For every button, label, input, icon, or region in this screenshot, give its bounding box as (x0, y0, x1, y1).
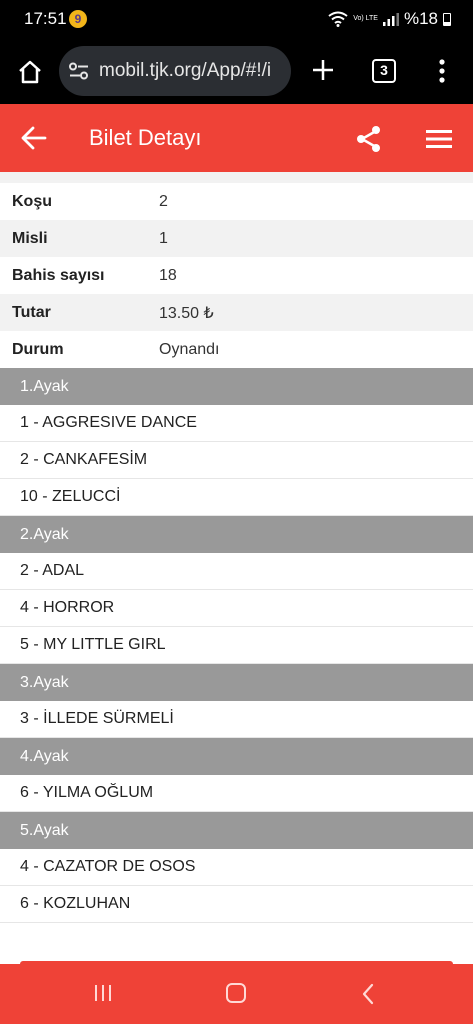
detail-row-tutar: Tutar 13.50 ₺ (0, 294, 473, 331)
plus-icon[interactable] (309, 56, 337, 84)
recents-icon[interactable] (93, 984, 113, 1002)
detail-row-bahis-sayisi: Bahis sayısı 18 (0, 257, 473, 294)
status-time: 17:51 (24, 9, 67, 28)
detail-value: 18 (159, 266, 177, 284)
signal-icon (382, 13, 399, 26)
lte-label: Vo) LTE (353, 15, 378, 22)
detail-row-durum: Durum Oynandı (0, 331, 473, 368)
ticket-detail-content[interactable]: Koşu 2 Misli 1 Bahis sayısı 18 Tutar 13.… (0, 172, 473, 964)
notification-app-icon: 9 (69, 10, 87, 28)
leg-header: 1.Ayak (0, 368, 473, 405)
horse-row: 1 - AGGRESIVE DANCE (0, 405, 473, 442)
detail-value: Oynandı (159, 340, 220, 358)
detail-value: 1 (159, 229, 168, 247)
app-header: Bilet Detayı (0, 104, 473, 172)
page-title: Bilet Detayı (89, 125, 202, 150)
detail-label: Bahis sayısı (12, 266, 105, 284)
horse-row: 4 - HORROR (0, 590, 473, 627)
home-icon[interactable] (16, 58, 44, 86)
detail-row-kosu: Koşu 2 (0, 183, 473, 220)
detail-value: 13.50 ₺ (159, 304, 214, 322)
horse-row: 6 - KOZLUHAN (0, 886, 473, 923)
wifi-icon (328, 11, 348, 27)
more-vert-icon[interactable] (430, 56, 454, 86)
tabs-icon[interactable]: 3 (372, 59, 396, 83)
detail-value: 2 (159, 192, 168, 210)
arrow-back-icon[interactable] (20, 125, 48, 151)
home-nav-icon[interactable] (226, 983, 246, 1003)
address-bar[interactable]: mobil.tjk.org/App/#!/i (59, 46, 291, 96)
horse-row: 6 - YILMA OĞLUM (0, 775, 473, 812)
horse-row: 4 - CAZATOR DE OSOS (0, 849, 473, 886)
url-text[interactable]: mobil.tjk.org/App/#!/i (99, 60, 271, 82)
battery-percent: %18 (403, 9, 438, 28)
detail-label: Koşu (12, 192, 52, 210)
tune-icon[interactable] (68, 62, 90, 80)
horse-row: 3 - İLLEDE SÜRMELİ (0, 701, 473, 738)
detail-label: Durum (12, 340, 64, 358)
back-nav-icon[interactable] (360, 983, 376, 1005)
status-bar: 17:51 9 Vo) LTE %18 (0, 0, 473, 38)
detail-label: Tutar (12, 303, 51, 321)
system-nav-bar (0, 964, 473, 1024)
browser-toolbar: mobil.tjk.org/App/#!/i 3 (0, 38, 473, 104)
horse-row: 10 - ZELUCCİ (0, 479, 473, 516)
battery-icon (443, 12, 451, 26)
detail-row-misli: Misli 1 (0, 220, 473, 257)
leg-header: 5.Ayak (0, 812, 473, 849)
leg-header: 2.Ayak (0, 516, 473, 553)
menu-icon[interactable] (424, 128, 454, 150)
horse-row: 2 - ADAL (0, 553, 473, 590)
status-indicators: Vo) LTE %18 (328, 9, 451, 29)
share-icon[interactable] (354, 124, 384, 154)
leg-header: 3.Ayak (0, 664, 473, 701)
horse-row: 5 - MY LITTLE GIRL (0, 627, 473, 664)
detail-label: Misli (12, 229, 48, 247)
horse-row: 2 - CANKAFESİM (0, 442, 473, 479)
partially-scrolled-row (0, 172, 473, 183)
leg-header: 4.Ayak (0, 738, 473, 775)
